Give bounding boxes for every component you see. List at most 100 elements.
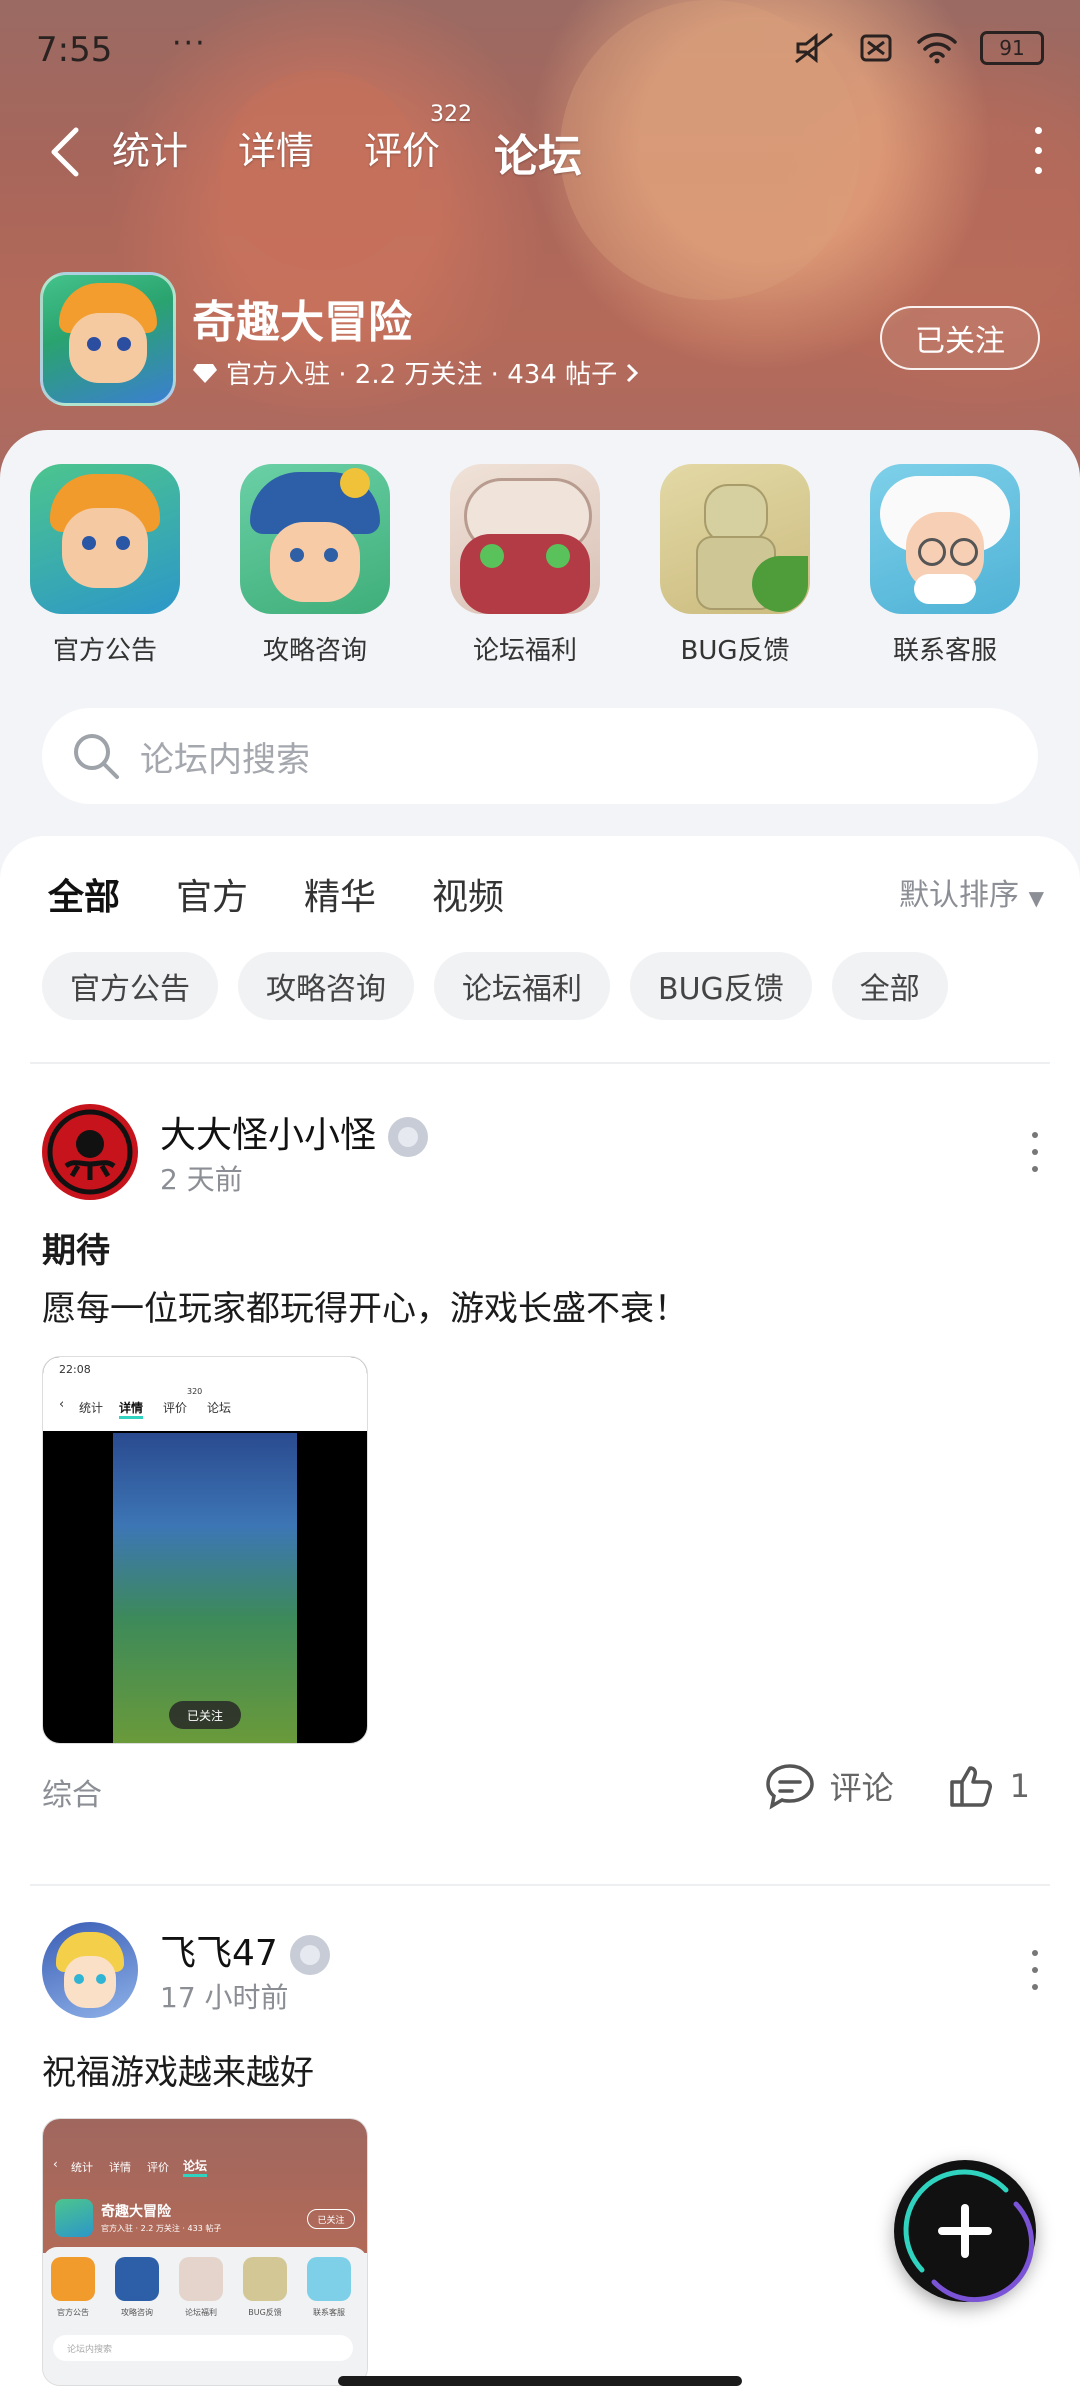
thumb-tab: 详情 — [109, 2161, 131, 2174]
post-image[interactable]: ‹ 统计 详情 评价 论坛 奇趣大冒险 官方入驻 · 2.2 万关注 · 433… — [42, 2118, 368, 2386]
comment-icon[interactable] — [764, 1762, 816, 1810]
thumb-follow: 已关注 — [307, 2209, 355, 2229]
thumb-tab: 统计 — [79, 1401, 104, 1415]
avatar[interactable] — [42, 1922, 138, 2018]
top-nav: 统计 详情 评价 322 论坛 — [0, 100, 1080, 200]
statue-icon — [660, 464, 810, 614]
header-banner: 7:55 ··· 91 统计 详情 评价 322 论坛 奇趣大冒险 官方入驻 · … — [0, 0, 1080, 480]
sort-label: 默认排序 — [899, 878, 1020, 913]
forum-search-box[interactable]: 论坛内搜索 — [42, 708, 1038, 804]
tab-forum[interactable]: 论坛 — [494, 116, 582, 188]
tab-label: 详情 — [238, 129, 315, 173]
filter-official[interactable]: 官方 — [176, 868, 248, 920]
category-row: 官方公告 攻略咨询 论坛福利 BUG反馈 联系客服 — [30, 464, 1080, 667]
category-bug-report[interactable]: BUG反馈 — [660, 464, 870, 667]
more-options-icon[interactable] — [1028, 120, 1048, 180]
post-card[interactable]: 大大怪小小怪 2 天前 期待 愿每一位玩家都玩得开心，游戏长盛不衰！ 22:08… — [0, 1102, 1080, 1813]
pirate-girl-icon — [240, 464, 390, 614]
plus-icon — [903, 2169, 1035, 2302]
create-post-button[interactable] — [894, 2160, 1036, 2302]
tab-label: 统计 — [112, 129, 189, 173]
category-label: 联系客服 — [892, 636, 997, 666]
tab-label: 评价 — [364, 129, 441, 173]
status-time: 7:55 — [36, 30, 113, 70]
category-label: 攻略咨询 — [262, 636, 367, 666]
filter-featured[interactable]: 精华 — [304, 868, 376, 920]
thumb-badge: 320 — [187, 1387, 203, 1396]
chip-all[interactable]: 全部 — [831, 952, 948, 1020]
thumb-tab: 评价 — [163, 1401, 188, 1415]
game-screenshot — [113, 1433, 297, 1743]
battery-icon: 91 — [980, 31, 1044, 65]
chip-welfare[interactable]: 论坛福利 — [434, 952, 610, 1020]
thumb-cat: 联系客服 — [313, 2308, 345, 2317]
like-icon[interactable] — [948, 1762, 996, 1810]
filter-video[interactable]: 视频 — [432, 868, 504, 920]
topic-chips: 官方公告 攻略咨询 论坛福利 BUG反馈 全部 — [42, 952, 948, 1020]
thumb-tab: 详情 — [119, 1399, 144, 1419]
status-icons: 91 — [792, 30, 1044, 66]
thumb-cat: BUG反馈 — [248, 2308, 282, 2317]
thumb-tab: 统计 — [71, 2161, 93, 2174]
thumb-search: 论坛内搜索 — [53, 2335, 353, 2361]
thumb-cat: 攻略咨询 — [121, 2308, 153, 2317]
tab-stats[interactable]: 统计 — [112, 116, 188, 184]
category-label: BUG反馈 — [680, 636, 790, 666]
sort-dropdown[interactable]: 默认排序 ▼ — [899, 870, 1044, 914]
feed-filter-tabs: 全部 官方 精华 视频 — [48, 868, 560, 924]
post-body: 祝福游戏越来越好 — [42, 2053, 314, 2093]
username: 飞飞47 — [160, 1933, 278, 1974]
divider — [30, 1884, 1050, 1886]
category-label: 官方公告 — [52, 636, 157, 666]
post-title: 期待 — [42, 1231, 110, 1271]
tab-details[interactable]: 详情 — [238, 116, 314, 184]
game-title: 奇趣大冒险 — [192, 297, 412, 348]
home-indicator[interactable] — [338, 2376, 742, 2386]
thumb-follow: 已关注 — [169, 1701, 241, 1729]
category-welfare[interactable]: 论坛福利 — [450, 464, 660, 667]
category-label: 论坛福利 — [472, 636, 577, 666]
octopus-skull-icon — [47, 1109, 133, 1195]
chip-official[interactable]: 官方公告 — [42, 952, 218, 1020]
post-author[interactable]: 大大怪小小怪 — [160, 1106, 429, 1158]
wifi-icon — [917, 33, 957, 64]
search-icon — [74, 734, 119, 779]
thumb-cat: 官方公告 — [57, 2308, 89, 2317]
thumb-tab: 论坛 — [183, 2157, 208, 2177]
game-meta-text: 官方入驻 · 2.2 万关注 · 434 帖子 — [226, 360, 618, 390]
chip-bug[interactable]: BUG反馈 — [630, 952, 812, 1020]
thumb-tab: 评价 — [147, 2161, 169, 2174]
post-actions: 评论 1 — [764, 1762, 1030, 1810]
game-info: 奇趣大冒险 官方入驻 · 2.2 万关注 · 434 帖子 已关注 — [40, 272, 1040, 406]
status-bar: 7:55 ··· 91 — [0, 0, 1080, 90]
back-icon[interactable] — [46, 122, 86, 182]
follow-button[interactable]: 已关注 — [880, 306, 1040, 370]
post-image[interactable]: 22:08 ‹ 统计 详情 评价 320 论坛 已关注 — [42, 1356, 368, 1744]
post-topic-tag[interactable]: 综合 — [42, 1770, 102, 1814]
username: 大大怪小小怪 — [160, 1115, 377, 1156]
status-more-icon: ··· — [172, 26, 207, 61]
post-more-icon[interactable] — [1028, 1950, 1042, 1990]
category-support[interactable]: 联系客服 — [870, 464, 1080, 667]
thumb-tab: 论坛 — [207, 1401, 232, 1415]
thumb-game: 奇趣大冒险 — [101, 2204, 171, 2220]
game-meta[interactable]: 官方入驻 · 2.2 万关注 · 434 帖子 — [192, 354, 639, 391]
caret-down-icon: ▼ — [1028, 886, 1044, 910]
thumb-time: 22:08 — [59, 1363, 91, 1376]
chip-guides[interactable]: 攻略咨询 — [238, 952, 414, 1020]
post-more-icon[interactable] — [1028, 1132, 1042, 1172]
category-official[interactable]: 官方公告 — [30, 464, 240, 667]
battery-level: 91 — [999, 36, 1025, 60]
post-author[interactable]: 飞飞47 — [160, 1924, 330, 1976]
game-icon[interactable] — [40, 272, 176, 406]
filter-all[interactable]: 全部 — [48, 868, 120, 924]
category-guides[interactable]: 攻略咨询 — [240, 464, 450, 667]
diamond-icon — [193, 363, 217, 383]
tab-reviews[interactable]: 评价 322 — [364, 102, 472, 184]
post-time: 17 小时前 — [160, 1981, 289, 2014]
old-scientist-icon — [870, 464, 1020, 614]
reviews-count-badge: 322 — [430, 102, 473, 127]
comment-button[interactable]: 评论 — [830, 1763, 894, 1809]
avatar[interactable] — [42, 1104, 138, 1200]
skull-monster-icon — [450, 464, 600, 614]
